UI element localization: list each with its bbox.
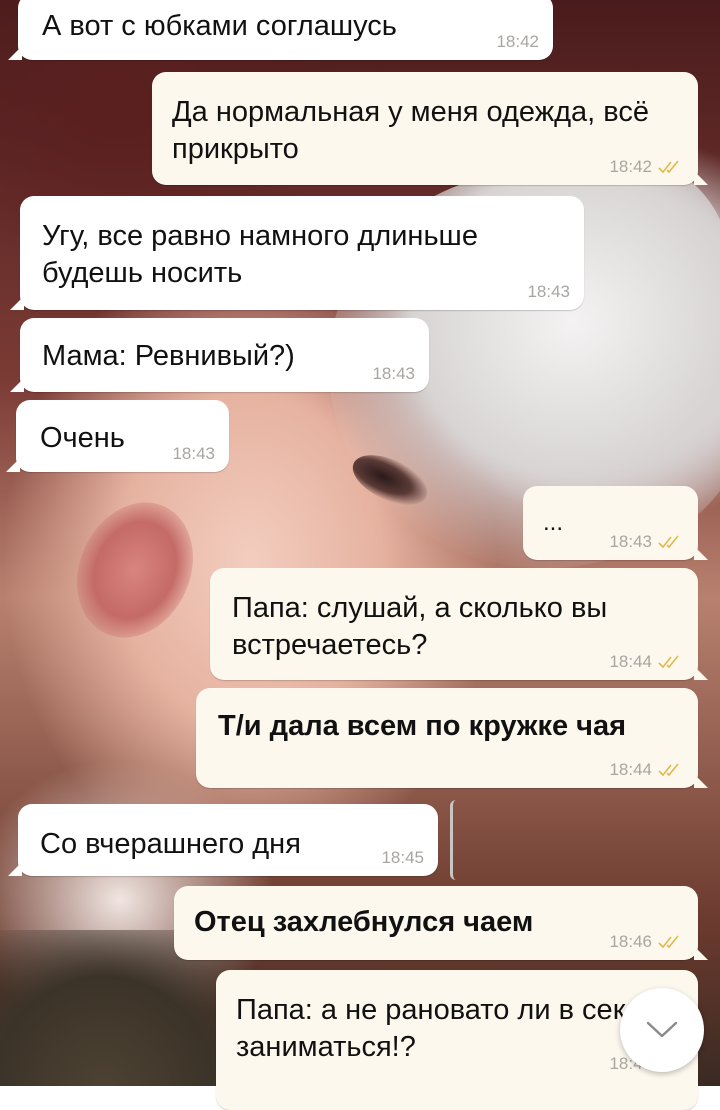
message-time: 18:43 [527,282,570,301]
message-time: 18:42 [496,32,539,51]
scroll-down-button[interactable] [620,988,704,1072]
message-incoming[interactable]: А вот с юбками соглашусь 18:42 [8,0,553,60]
double-check-icon [658,763,679,777]
message-text: Мама: Ревнивый?) [42,340,295,372]
message-text: Да нормальная у меня одежда, всё прикрыт… [172,96,649,165]
message-meta: 18:44 [609,760,684,780]
message-meta: 18:42 [609,157,684,177]
message-incoming[interactable]: Угу, все равно намного длиньше будешь но… [10,196,584,310]
message-time: 18:43 [172,444,215,463]
message-meta: 18:44 [609,652,684,672]
wallpaper-earring [450,800,467,880]
message-text: Отец захлебнулся чаем [194,906,534,938]
message-time: 18:46 [609,932,652,951]
message-meta: 18:42 [496,32,539,52]
message-time: 18:45 [381,848,424,867]
message-text: Угу, все равно намного длиньше будешь но… [42,220,478,289]
chevron-down-icon [646,1021,678,1038]
message-incoming[interactable]: Со вчерашнего дня 18:45 [8,804,438,876]
message-meta: 18:45 [381,848,424,868]
message-text: А вот с юбками соглашусь [42,10,397,42]
message-incoming[interactable]: Мама: Ревнивый?) 18:43 [10,318,429,392]
double-check-icon [658,535,679,549]
double-check-icon [658,160,679,174]
double-check-icon [658,655,679,669]
message-time: 18:43 [609,532,652,551]
message-text: Со вчерашнего дня [40,828,301,860]
message-outgoing[interactable]: Т/и дала всем по кружке чая 18:44 [196,688,708,788]
message-text: ... [543,509,564,536]
message-outgoing[interactable]: ... 18:43 [523,486,708,560]
message-outgoing[interactable]: Отец захлебнулся чаем 18:46 [174,886,708,960]
message-time: 18:44 [609,652,652,671]
message-text: Т/и дала всем по кружке чая [218,710,627,742]
message-time: 18:42 [609,157,652,176]
message-meta: 18:43 [609,532,684,552]
wallpaper-lips [55,483,215,657]
double-check-icon [658,935,679,949]
message-time: 18:44 [609,760,652,779]
message-meta: 18:46 [609,932,684,952]
message-text: Очень [40,422,125,454]
message-outgoing[interactable]: Да нормальная у меня одежда, всё прикрыт… [152,72,708,185]
message-meta: 18:43 [372,364,415,384]
message-incoming[interactable]: Очень 18:43 [6,400,229,472]
message-meta: 18:43 [527,282,570,302]
message-meta: 18:43 [172,444,215,464]
message-outgoing[interactable]: Папа: слушай, а сколько вы встречаетесь?… [210,568,708,680]
message-time: 18:43 [372,364,415,383]
